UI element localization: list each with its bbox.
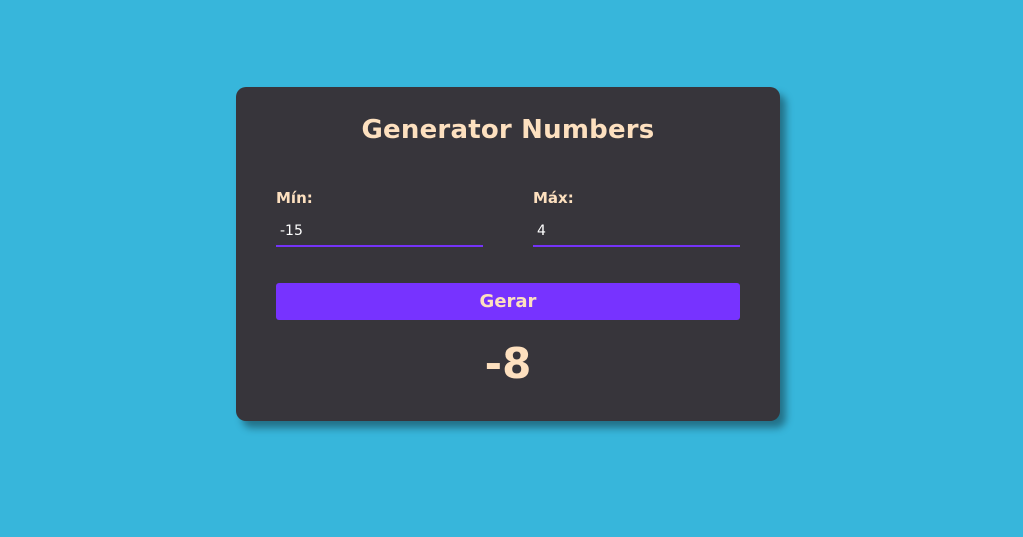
max-field-group: Máx: — [533, 187, 740, 247]
result-value: -8 — [484, 339, 532, 388]
max-input[interactable] — [533, 217, 740, 247]
min-field-group: Mín: — [276, 187, 483, 247]
min-input[interactable] — [276, 217, 483, 247]
min-label: Mín: — [276, 189, 313, 207]
generator-card: Generator Numbers Mín: Máx: Gerar -8 — [236, 87, 780, 421]
generate-button[interactable]: Gerar — [276, 283, 740, 320]
page-title: Generator Numbers — [361, 115, 655, 145]
max-label: Máx: — [533, 189, 574, 207]
